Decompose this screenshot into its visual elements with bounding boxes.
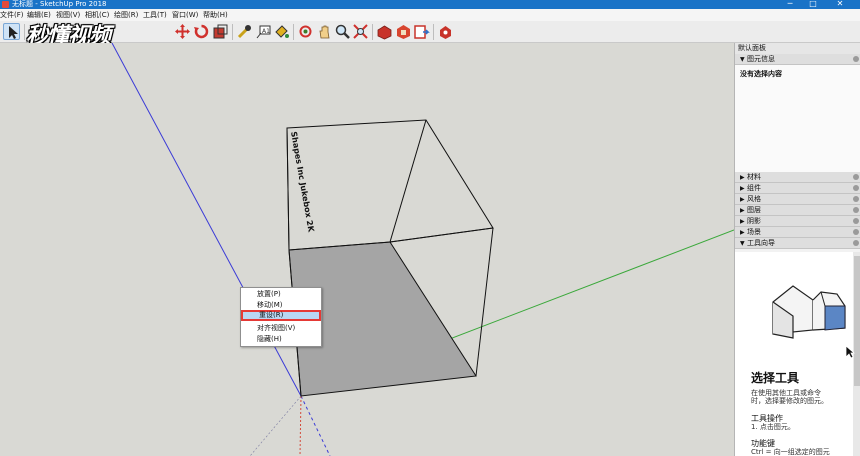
- orbit-icon[interactable]: [297, 23, 314, 40]
- tray-section-materials[interactable]: ▶ 材料: [735, 172, 860, 183]
- blue-axis-hidden: [300, 395, 331, 456]
- entity-info-panel: 没有选择内容: [735, 65, 860, 172]
- maximize-button[interactable]: □: [803, 0, 823, 9]
- tray-section-layers[interactable]: ▶ 图层: [735, 205, 860, 216]
- tray-section-instructor[interactable]: ▼ 工具向导: [735, 238, 860, 249]
- menu-bar: 文件(F) 编辑(E) 视图(V) 相机(C) 绘图(R) 工具(T) 窗口(W…: [0, 9, 860, 21]
- menu-edit[interactable]: 编辑(E): [27, 9, 51, 21]
- no-selection-text: 没有选择内容: [740, 70, 782, 78]
- menu-camera[interactable]: 相机(C): [85, 9, 109, 21]
- default-tray: 默认面板 ▼ 图元信息 没有选择内容 ▶ 材料 ▶ 组件 ▶ 风格 ▶ 图层 ▶ 阴影: [734, 43, 860, 456]
- menu-file[interactable]: 文件(F): [0, 9, 24, 21]
- scrollbar-thumb[interactable]: [854, 256, 860, 386]
- drawing-viewport[interactable]: Shapes Inc Jukebox 2K: [0, 43, 734, 456]
- tape-measure-icon[interactable]: [236, 23, 253, 40]
- chevron-right-icon: ▶: [740, 207, 745, 214]
- pan-icon[interactable]: [316, 23, 333, 40]
- ctx-item-reset[interactable]: 重设(R): [241, 310, 321, 321]
- tray-section-shadows[interactable]: ▶ 阴影: [735, 216, 860, 227]
- window-title: 无标题 - SketchUp Pro 2018: [12, 0, 107, 8]
- instructor-title: 选择工具: [751, 371, 800, 385]
- instructor-panel: 选择工具 在使用其他工具或命令 时，选择要修改的图元。 工具操作 1. 点击图元…: [735, 252, 853, 456]
- paint-bucket-icon[interactable]: [273, 23, 290, 40]
- pin-icon[interactable]: [853, 218, 859, 224]
- blue-axis-neg: [249, 395, 302, 456]
- ctx-item-place[interactable]: 放置(P): [241, 289, 321, 300]
- select-arrow-icon[interactable]: [3, 23, 20, 40]
- toolbar: A1: [0, 21, 860, 43]
- ctx-item-align-view[interactable]: 对齐视图(V): [241, 323, 321, 334]
- extension-warehouse-icon[interactable]: [395, 23, 412, 40]
- pin-icon[interactable]: [853, 229, 859, 235]
- pin-icon[interactable]: [853, 56, 859, 62]
- sketchup-window: 无标题 - SketchUp Pro 2018 ─ □ ✕ 文件(F) 编辑(E…: [0, 0, 860, 456]
- pin-icon[interactable]: [853, 240, 859, 246]
- cube-top-edges: [286, 119, 494, 251]
- menu-draw[interactable]: 绘图(R): [114, 9, 138, 21]
- tray-section-components[interactable]: ▶ 组件: [735, 183, 860, 194]
- context-menu: 放置(P) 移动(M) 重设(R) 对齐视图(V) 隐藏(H): [240, 287, 322, 347]
- menu-window[interactable]: 窗口(W): [172, 9, 198, 21]
- zoom-icon[interactable]: [334, 23, 351, 40]
- move-icon[interactable]: [174, 23, 191, 40]
- svg-text:A1: A1: [262, 28, 270, 35]
- menu-view[interactable]: 视图(V): [56, 9, 80, 21]
- red-axis: [299, 395, 302, 456]
- menu-help[interactable]: 帮助(H): [203, 9, 228, 21]
- select-tool-illustration: [772, 285, 846, 339]
- pin-icon[interactable]: [853, 185, 859, 191]
- chevron-right-icon: ▶: [740, 174, 745, 181]
- tray-title: 默认面板: [735, 43, 860, 54]
- pin-icon[interactable]: [853, 196, 859, 202]
- chevron-right-icon: ▶: [740, 196, 745, 203]
- text-icon[interactable]: A1: [255, 23, 272, 40]
- cube-text-label: Shapes Inc Jukebox 2K: [289, 131, 316, 234]
- chevron-right-icon: ▶: [740, 218, 745, 225]
- sketchup-app-icon: [2, 1, 9, 8]
- pin-icon[interactable]: [853, 207, 859, 213]
- pin-icon[interactable]: [853, 174, 859, 180]
- minimize-button[interactable]: ─: [780, 0, 800, 9]
- ctx-item-hide[interactable]: 隐藏(H): [241, 334, 321, 345]
- close-button[interactable]: ✕: [830, 0, 850, 9]
- tray-section-styles[interactable]: ▶ 风格: [735, 194, 860, 205]
- menu-tools[interactable]: 工具(T): [143, 9, 167, 21]
- instructor-desc-line2: 时，选择要修改的图元。: [751, 397, 828, 405]
- 3d-warehouse-icon[interactable]: [376, 23, 393, 40]
- zoom-extents-icon[interactable]: [352, 23, 369, 40]
- scene-canvas: Shapes Inc Jukebox 2K: [111, 43, 734, 456]
- chevron-down-icon: ▼: [740, 56, 745, 63]
- instructor-keys-line1: Ctrl = 向一组选定的图元: [751, 448, 830, 456]
- instructor-desc-line1: 在使用其他工具或命令: [751, 389, 821, 397]
- chevron-right-icon: ▶: [740, 185, 745, 192]
- mouse-cursor-icon: [845, 345, 855, 359]
- chevron-down-icon: ▼: [740, 240, 745, 247]
- tray-section-entity-info[interactable]: ▼ 图元信息: [735, 54, 860, 65]
- rotate-icon[interactable]: [193, 23, 210, 40]
- extension-manager-icon[interactable]: [437, 23, 454, 40]
- send-to-layout-icon[interactable]: [413, 23, 430, 40]
- tray-section-scenes[interactable]: ▶ 场景: [735, 227, 860, 238]
- title-bar: 无标题 - SketchUp Pro 2018 ─ □ ✕: [0, 0, 860, 9]
- chevron-right-icon: ▶: [740, 229, 745, 236]
- instructor-ops-step1: 1. 点击图元。: [751, 423, 795, 431]
- scale-icon[interactable]: [212, 23, 229, 40]
